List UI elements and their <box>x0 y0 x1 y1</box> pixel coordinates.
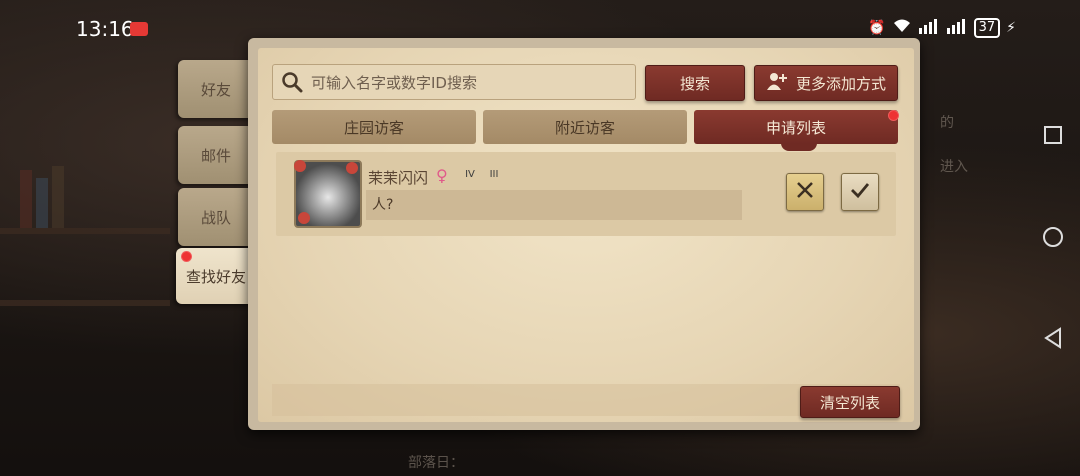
background-text: 部落日： <box>408 455 464 471</box>
clear-list-label: 清空列表 <box>819 393 880 412</box>
notification-icon <box>130 22 148 36</box>
back-icon[interactable] <box>1041 327 1065 351</box>
reject-button[interactable] <box>786 173 824 211</box>
background-text: 进入 <box>940 159 968 175</box>
status-time: 13:16 <box>76 17 134 41</box>
background-shelf <box>0 228 170 234</box>
rank-badge-label: IV <box>465 169 475 180</box>
avatar-decoration <box>298 212 310 224</box>
request-username: 茉茉闪闪 <box>368 169 429 187</box>
avatar-decoration <box>294 160 306 172</box>
system-nav-bar <box>1026 0 1080 476</box>
tab-request-list[interactable]: 申请列表 <box>694 110 898 144</box>
side-tab-label: 邮件 <box>200 146 231 165</box>
alarm-icon: ⏰ <box>868 20 886 36</box>
more-add-methods-label: 更多添加方式 <box>795 74 886 93</box>
background-book <box>36 178 48 228</box>
battery-indicator: 37 <box>973 18 1001 38</box>
search-input[interactable] <box>309 65 633 101</box>
recents-icon[interactable] <box>1041 125 1065 149</box>
search-button[interactable]: 搜索 <box>645 65 745 101</box>
request-message: 人? <box>366 190 742 220</box>
check-icon <box>850 180 870 205</box>
side-tab-friends[interactable]: 好友 <box>178 60 254 118</box>
tab-label: 附近访客 <box>554 118 615 137</box>
status-icons: ⏰ 37 ⚡ <box>868 18 1016 38</box>
rank-badge-icon: IV <box>460 166 480 184</box>
background-book <box>20 170 32 228</box>
search-icon <box>281 71 303 93</box>
search-field[interactable] <box>272 64 636 101</box>
active-tab-indicator <box>781 143 817 151</box>
tab-label: 申请列表 <box>765 118 826 137</box>
rank-badge-icon: III <box>484 166 504 184</box>
side-tab-team[interactable]: 战队 <box>178 188 254 246</box>
side-tab-mail[interactable]: 邮件 <box>178 126 254 184</box>
clear-list-button[interactable]: 清空列表 <box>800 386 900 418</box>
signal-icon <box>946 18 968 38</box>
tab-manor-visitors[interactable]: 庄园访客 <box>272 110 476 144</box>
accept-button[interactable] <box>841 173 879 211</box>
tab-label: 庄园访客 <box>343 118 404 137</box>
background-text: 的 <box>940 115 954 131</box>
background-book <box>52 166 64 228</box>
side-tab-label: 好友 <box>200 80 231 99</box>
search-button-label: 搜索 <box>679 74 710 93</box>
close-icon <box>796 180 814 205</box>
wifi-icon <box>892 18 912 38</box>
tab-nearby-visitors[interactable]: 附近访客 <box>483 110 687 144</box>
charging-icon: ⚡ <box>1006 20 1016 36</box>
avatar-decoration <box>346 162 358 174</box>
notification-dot <box>888 110 899 121</box>
rank-badge-label: III <box>489 169 499 180</box>
side-tab-label: 查找好友 <box>185 267 246 286</box>
more-add-methods-button[interactable]: 更多添加方式 <box>754 65 898 101</box>
add-user-icon <box>766 71 788 95</box>
background-shelf <box>0 300 170 306</box>
signal-icon <box>918 18 940 38</box>
gender-female-icon: ♀ <box>436 166 448 185</box>
notification-dot <box>181 251 192 262</box>
home-icon[interactable] <box>1041 226 1065 250</box>
side-tab-label: 战队 <box>200 208 231 227</box>
